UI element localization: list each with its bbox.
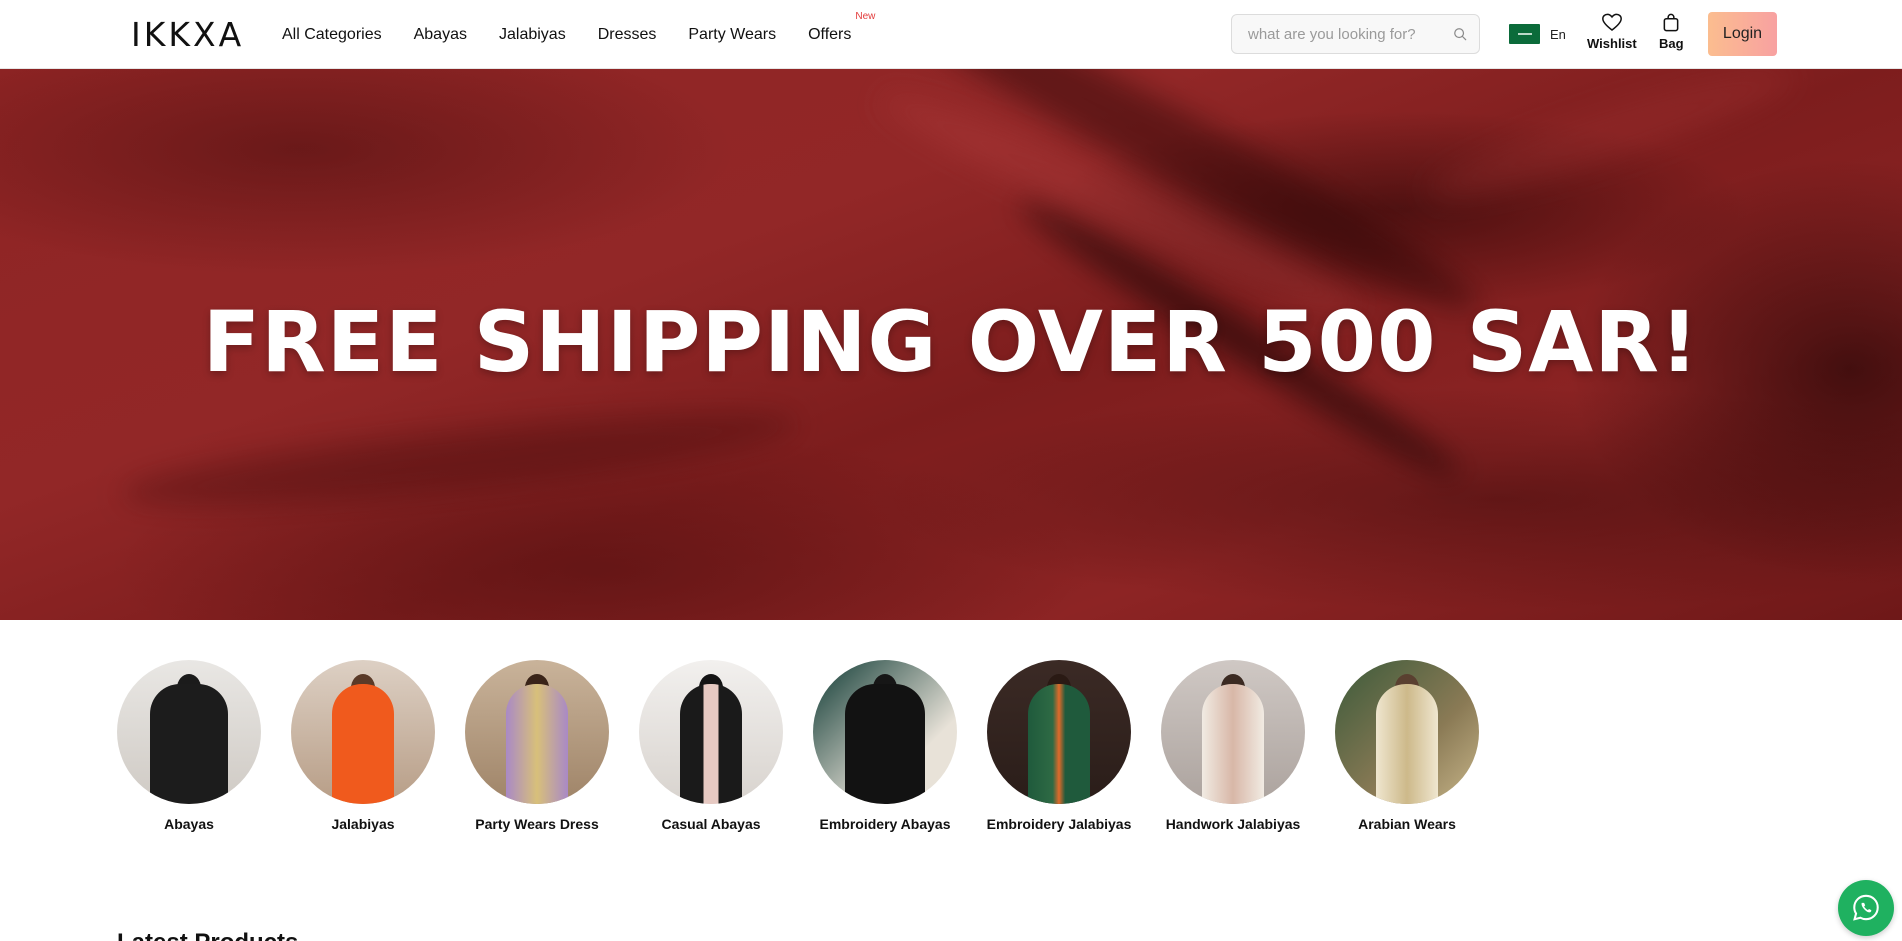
shopping-bag-icon [1663, 13, 1679, 32]
search-input[interactable] [1248, 25, 1448, 43]
nav-item-dresses[interactable]: Dresses [598, 26, 657, 44]
hero-banner[interactable]: FREE SHIPPING OVER 500 SAR! [0, 69, 1902, 620]
nav-item-party-wears[interactable]: Party Wears [688, 26, 776, 44]
category-item-casual-abayas[interactable]: Casual Abayas [624, 660, 798, 834]
nav-item-all-categories[interactable]: All Categories [282, 26, 382, 44]
main-nav: All Categories Abayas Jalabiyas Dresses … [282, 0, 883, 69]
category-carousel: Abayas Jalabiyas Party Wears Dress Casua… [0, 660, 1902, 860]
category-item-embroidery-jalabiyas[interactable]: Embroidery Jalabiyas [972, 660, 1146, 834]
nav-item-abayas[interactable]: Abayas [414, 26, 467, 44]
category-label: Embroidery Abayas [819, 816, 951, 832]
category-image [291, 660, 435, 804]
category-label: Abayas [164, 816, 214, 832]
category-image [987, 660, 1131, 804]
category-label: Handwork Jalabiyas [1165, 816, 1301, 832]
bag-label: Bag [1659, 36, 1684, 51]
whatsapp-icon [1853, 894, 1879, 921]
saudi-flag-icon [1509, 24, 1540, 44]
category-label: Jalabiyas [331, 816, 395, 832]
latest-products-heading: Latest Products [117, 929, 298, 941]
nav-item-offers[interactable]: Offers New [808, 11, 875, 44]
site-header: IKKXA All Categories Abayas Jalabiyas Dr… [0, 0, 1902, 69]
brand-logo[interactable]: IKKXA [131, 15, 244, 54]
fabric-highlight [1421, 69, 1799, 217]
category-image [1335, 660, 1479, 804]
bag-button[interactable]: Bag [1659, 13, 1684, 51]
category-label: Party Wears Dress [475, 816, 599, 832]
search-box [1231, 14, 1480, 54]
category-item-jalabiyas[interactable]: Jalabiyas [276, 660, 450, 834]
category-image [465, 660, 609, 804]
category-label: Embroidery Jalabiyas [986, 816, 1132, 832]
nav-item-jalabiyas[interactable]: Jalabiyas [499, 26, 566, 44]
category-image [1161, 660, 1305, 804]
category-label: Arabian Wears [1358, 816, 1456, 832]
whatsapp-chat-button[interactable] [1838, 880, 1894, 936]
login-button[interactable]: Login [1708, 12, 1777, 56]
new-badge: New [855, 10, 876, 22]
heart-icon [1601, 13, 1622, 31]
category-item-arabian-wears[interactable]: Arabian Wears [1320, 660, 1494, 834]
category-image [813, 660, 957, 804]
category-image [117, 660, 261, 804]
language-selector[interactable]: En [1509, 24, 1566, 44]
language-label: En [1550, 26, 1566, 42]
category-item-abayas[interactable]: Abayas [102, 660, 276, 834]
category-label: Casual Abayas [661, 816, 761, 832]
category-image [639, 660, 783, 804]
nav-item-offers-label: Offers [808, 25, 852, 43]
category-item-embroidery-abayas[interactable]: Embroidery Abayas [798, 660, 972, 834]
wishlist-button[interactable]: Wishlist [1587, 13, 1637, 51]
search-icon[interactable] [1453, 27, 1467, 41]
hero-headline: FREE SHIPPING OVER 500 SAR! [202, 293, 1700, 391]
wishlist-label: Wishlist [1587, 36, 1637, 51]
fabric-fold [118, 393, 802, 525]
category-item-party-wears-dress[interactable]: Party Wears Dress [450, 660, 624, 834]
category-item-handwork-jalabiyas[interactable]: Handwork Jalabiyas [1146, 660, 1320, 834]
